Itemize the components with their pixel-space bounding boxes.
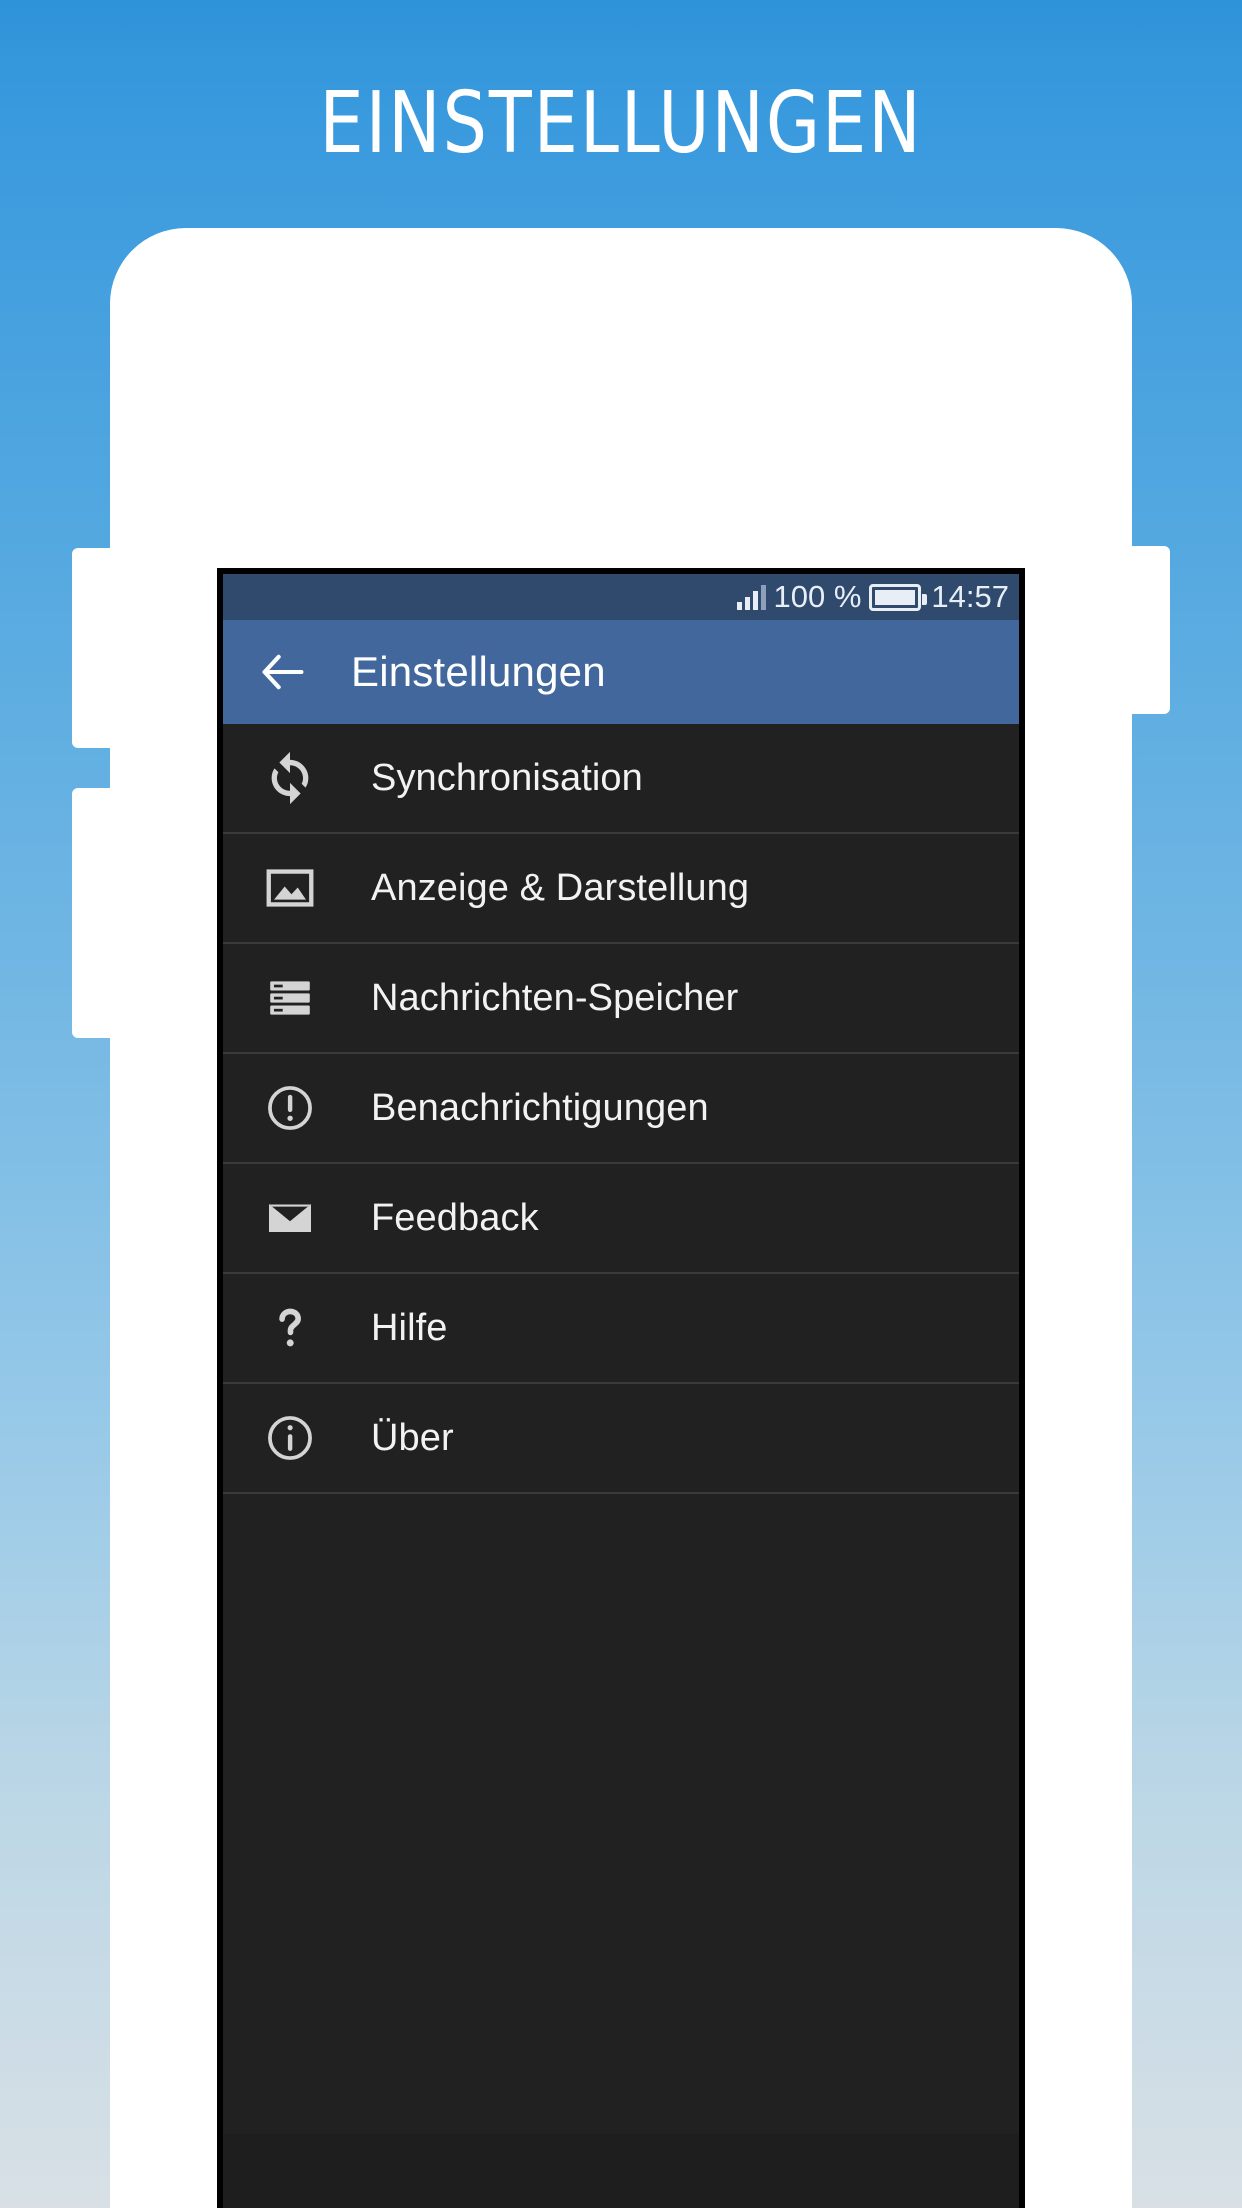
status-bar: 100 % 14:57 [223, 574, 1019, 620]
battery-percent-label: 100 % [773, 579, 862, 614]
app-bar: Einstellungen [223, 620, 1019, 724]
storage-icon [257, 965, 323, 1031]
list-item-label: Über [371, 1416, 454, 1459]
app-bar-title: Einstellungen [351, 648, 606, 695]
image-icon [257, 855, 323, 921]
list-item-label: Nachrichten-Speicher [371, 976, 739, 1019]
poster-canvas: Einstellungen 100 % 14:57 [0, 0, 1242, 2208]
page-title: Einstellungen [319, 39, 923, 182]
list-item-synchronisation[interactable]: Synchronisation [223, 724, 1019, 834]
list-item-hilfe[interactable]: Hilfe [223, 1274, 1019, 1384]
list-item-label: Feedback [371, 1196, 539, 1239]
list-item-label: Anzeige & Darstellung [371, 866, 750, 909]
list-item-nachrichten-speicher[interactable]: Nachrichten-Speicher [223, 944, 1019, 1054]
question-mark-icon [257, 1295, 323, 1361]
list-item-anzeige-darstellung[interactable]: Anzeige & Darstellung [223, 834, 1019, 944]
volume-down-button[interactable] [72, 788, 112, 1038]
settings-list: Synchronisation Anzeige & Darstellung Na… [223, 724, 1019, 2134]
back-arrow-icon[interactable] [257, 646, 309, 698]
battery-full-icon [869, 583, 928, 611]
phone-mockup: 100 % 14:57 Einstellungen Synchronisatio… [72, 228, 1170, 2208]
list-item-label: Hilfe [371, 1306, 448, 1349]
sync-icon [257, 745, 323, 811]
signal-bars-icon [736, 584, 766, 610]
power-button[interactable] [1130, 546, 1170, 714]
list-item-benachrichtigungen[interactable]: Benachrichtigungen [223, 1054, 1019, 1164]
list-item-ueber[interactable]: Über [223, 1384, 1019, 1494]
alert-circle-icon [257, 1075, 323, 1141]
list-item-label: Synchronisation [371, 756, 643, 799]
status-bar-clock: 14:57 [931, 579, 1009, 614]
info-circle-icon [257, 1405, 323, 1471]
list-item-label: Benachrichtigungen [371, 1086, 709, 1129]
list-empty-area [223, 1494, 1019, 2134]
volume-up-button[interactable] [72, 548, 112, 748]
list-item-feedback[interactable]: Feedback [223, 1164, 1019, 1274]
phone-screen: 100 % 14:57 Einstellungen Synchronisatio… [223, 574, 1019, 2208]
envelope-icon [257, 1185, 323, 1251]
